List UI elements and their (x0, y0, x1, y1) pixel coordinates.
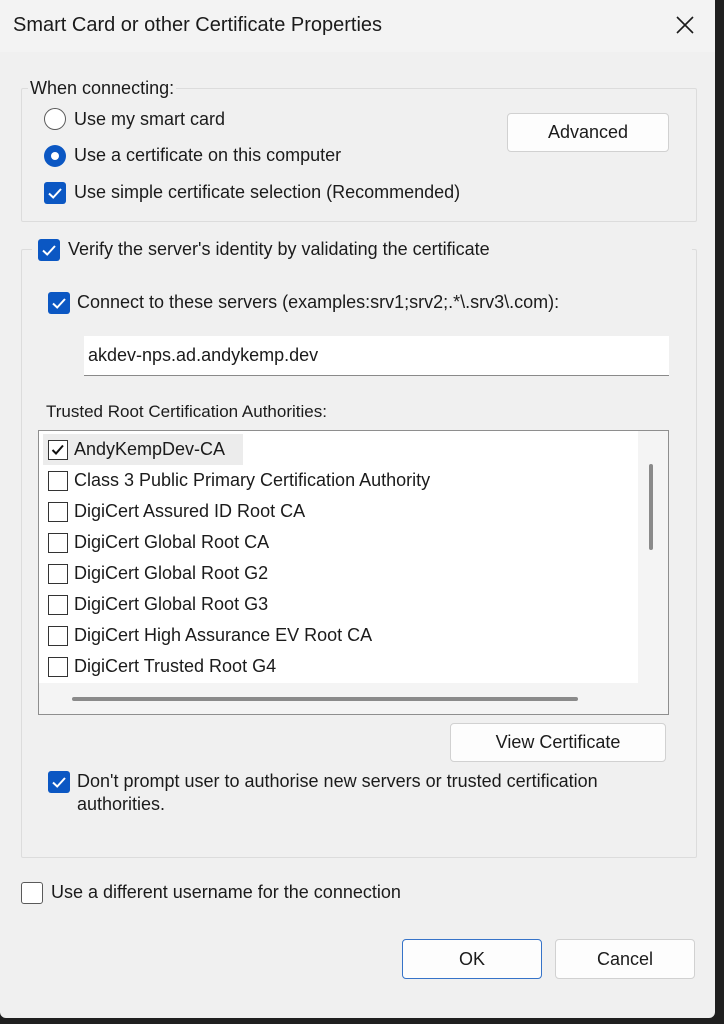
list-item-label: DigiCert Global Root G2 (74, 563, 269, 583)
list-item[interactable]: DigiCert Assured ID Root CA (39, 497, 635, 528)
list-item-checkbox[interactable] (48, 533, 68, 553)
simple-selection-label[interactable]: Use simple certificate selection (Recomm… (74, 182, 460, 203)
list-item-label: DigiCert Assured ID Root CA (74, 501, 306, 521)
servers-input[interactable] (84, 336, 669, 376)
verify-server-label[interactable]: Verify the server's identity by validati… (68, 239, 490, 260)
use-smart-card-label[interactable]: Use my smart card (74, 109, 225, 130)
view-certificate-button[interactable]: View Certificate (450, 723, 666, 762)
list-item-label: DigiCert Global Root G3 (74, 594, 269, 614)
use-certificate-radio[interactable] (44, 145, 66, 167)
use-smart-card-radio[interactable] (44, 108, 66, 130)
title-bar: Smart Card or other Certificate Properti… (0, 0, 715, 52)
list-item-checkbox[interactable] (48, 626, 68, 646)
list-item[interactable]: DigiCert Global Root CA (39, 528, 635, 559)
cancel-button[interactable]: Cancel (555, 939, 695, 979)
dialog-title: Smart Card or other Certificate Properti… (13, 14, 383, 36)
close-button[interactable] (666, 6, 704, 44)
different-username-checkbox[interactable] (21, 882, 43, 904)
checkmark-icon (52, 777, 66, 788)
dont-prompt-label-line1[interactable]: Don't prompt user to authorise new serve… (77, 771, 598, 792)
list-item-checkbox[interactable] (48, 595, 68, 615)
checkmark-icon (48, 188, 62, 199)
list-item[interactable]: DigiCert Trusted Root G4 (39, 652, 635, 683)
when-connecting-legend: When connecting: (28, 78, 177, 99)
trusted-roots-label: Trusted Root Certification Authorities: (46, 402, 327, 421)
list-item-label: AndyKempDev-CA (74, 439, 226, 459)
verify-server-checkbox[interactable] (38, 239, 60, 261)
dont-prompt-label-line2[interactable]: authorities. (77, 794, 165, 815)
list-item-label: DigiCert Global Root CA (74, 532, 270, 552)
certificate-properties-dialog: Smart Card or other Certificate Properti… (0, 0, 715, 1018)
list-item-checkbox[interactable] (48, 657, 68, 677)
horizontal-scrollbar-thumb[interactable] (72, 697, 578, 701)
vertical-scrollbar-thumb[interactable] (649, 464, 653, 550)
checkmark-icon (42, 245, 56, 256)
list-item-checkbox[interactable] (48, 471, 68, 491)
checkmark-icon (51, 444, 64, 455)
list-item-checkbox[interactable] (48, 440, 68, 460)
advanced-button[interactable]: Advanced (507, 113, 669, 152)
list-item-label: DigiCert High Assurance EV Root CA (74, 625, 373, 645)
use-certificate-label[interactable]: Use a certificate on this computer (74, 145, 341, 166)
list-item-checkbox[interactable] (48, 564, 68, 584)
list-item[interactable]: DigiCert Global Root G2 (39, 559, 635, 590)
connect-servers-label[interactable]: Connect to these servers (examples:srv1;… (77, 292, 559, 313)
close-icon (676, 16, 694, 34)
simple-selection-checkbox[interactable] (44, 182, 66, 204)
list-item-label: DigiCert Trusted Root G4 (74, 656, 277, 676)
vertical-scrollbar-track[interactable] (638, 431, 668, 683)
list-item[interactable]: DigiCert Global Root G3 (39, 590, 635, 621)
trusted-roots-list[interactable]: AndyKempDev-CA Class 3 Public Primary Ce… (38, 430, 669, 715)
list-item[interactable]: DigiCert High Assurance EV Root CA (39, 621, 635, 652)
connect-servers-checkbox[interactable] (48, 292, 70, 314)
list-item[interactable]: Class 3 Public Primary Certification Aut… (39, 466, 635, 497)
ok-button[interactable]: OK (402, 939, 542, 979)
list-item[interactable]: AndyKempDev-CA (39, 435, 635, 466)
different-username-label[interactable]: Use a different username for the connect… (51, 882, 401, 903)
list-item-checkbox[interactable] (48, 502, 68, 522)
list-item-label: Class 3 Public Primary Certification Aut… (74, 470, 431, 490)
checkmark-icon (52, 298, 66, 309)
dont-prompt-checkbox[interactable] (48, 771, 70, 793)
